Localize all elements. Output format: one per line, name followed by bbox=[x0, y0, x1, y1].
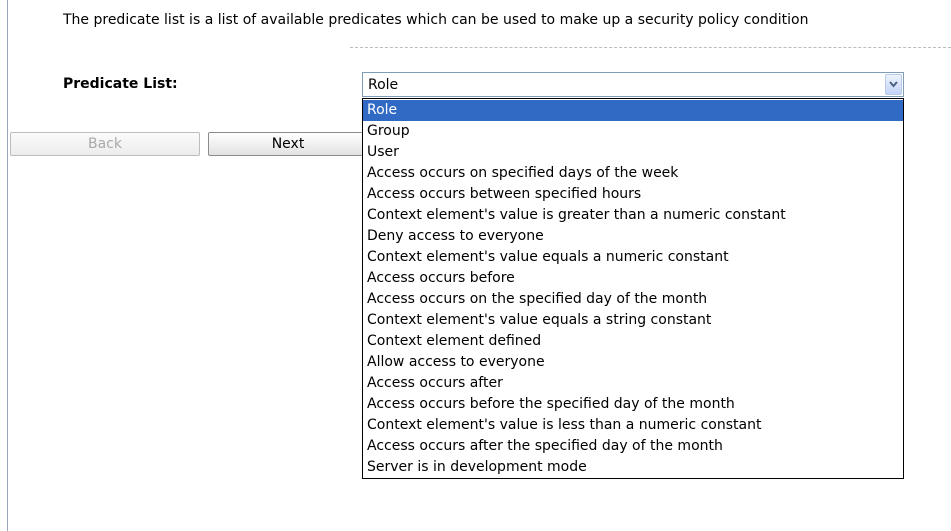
dropdown-option[interactable]: Access occurs on the specified day of th… bbox=[363, 289, 903, 310]
dropdown-option[interactable]: Deny access to everyone bbox=[363, 226, 903, 247]
dropdown-option[interactable]: Context element's value is less than a n… bbox=[363, 415, 903, 436]
dropdown-option[interactable]: Context element's value is greater than … bbox=[363, 205, 903, 226]
dropdown-option[interactable]: Role bbox=[363, 100, 903, 121]
dropdown-option[interactable]: Access occurs between specified hours bbox=[363, 184, 903, 205]
dropdown-option[interactable]: Access occurs on specified days of the w… bbox=[363, 163, 903, 184]
dropdown-option[interactable]: Context element's value equals a string … bbox=[363, 310, 903, 331]
predicate-list-select[interactable]: Role bbox=[362, 72, 904, 97]
dropdown-option[interactable]: Allow access to everyone bbox=[363, 352, 903, 373]
page-left-border bbox=[7, 0, 8, 531]
dropdown-option[interactable]: Access occurs after the specified day of… bbox=[363, 436, 903, 457]
dropdown-option[interactable]: Context element's value equals a numeric… bbox=[363, 247, 903, 268]
next-button[interactable]: Next bbox=[208, 132, 368, 156]
dropdown-option[interactable]: Access occurs after bbox=[363, 373, 903, 394]
dropdown-option[interactable]: Context element defined bbox=[363, 331, 903, 352]
dropdown-option[interactable]: Server is in development mode bbox=[363, 457, 903, 478]
predicate-list-selected-value: Role bbox=[368, 77, 399, 93]
dropdown-option[interactable]: Access occurs before bbox=[363, 268, 903, 289]
back-button[interactable]: Back bbox=[10, 132, 200, 156]
dropdown-option[interactable]: User bbox=[363, 142, 903, 163]
predicate-list-label: Predicate List: bbox=[63, 76, 178, 92]
predicate-list-dropdown-button[interactable] bbox=[885, 74, 902, 95]
chevron-down-icon bbox=[889, 81, 898, 88]
dropdown-option[interactable]: Group bbox=[363, 121, 903, 142]
intro-text: The predicate list is a list of availabl… bbox=[63, 12, 809, 28]
dropdown-option[interactable]: Access occurs before the specified day o… bbox=[363, 394, 903, 415]
predicate-dropdown-list[interactable]: Role Group User Access occurs on specified … bbox=[362, 98, 904, 479]
dashed-divider bbox=[350, 47, 951, 48]
